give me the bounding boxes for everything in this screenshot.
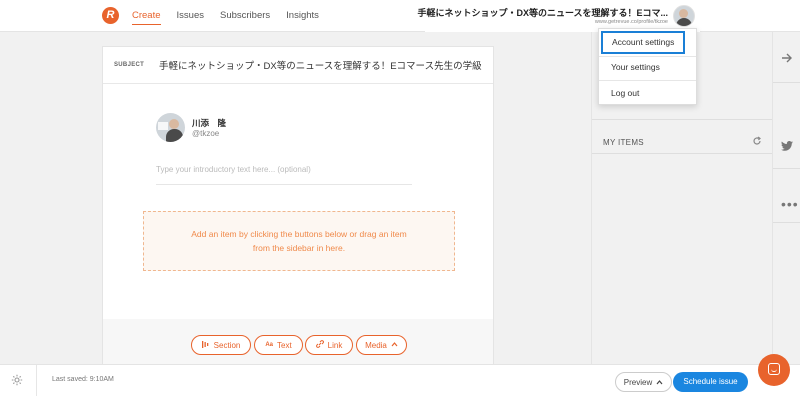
- section-icon: [201, 340, 210, 350]
- twitter-icon[interactable]: [781, 140, 793, 154]
- subject-field[interactable]: 手軽にネットショップ・DX等のニュースを理解する！Eコマース先生の学級: [159, 58, 482, 72]
- account-dropdown: Account settings Your settings Log out: [598, 28, 697, 105]
- text-icon: Aa: [265, 342, 273, 348]
- profile-name: 手軽にネットショップ・DX等のニュースを理解する！Eコマ...: [417, 8, 668, 18]
- nav-create[interactable]: Create: [132, 0, 161, 32]
- log-out-item[interactable]: Log out: [599, 88, 696, 98]
- tab-divider: [773, 82, 800, 83]
- dropzone-text-line1: Add an item by clicking the buttons belo…: [191, 229, 407, 239]
- intro-text-input[interactable]: [156, 155, 412, 185]
- sidebar-divider: [592, 119, 773, 120]
- sidebar-divider: [592, 153, 773, 154]
- nav-insights[interactable]: Insights: [286, 0, 319, 32]
- dropdown-divider: [599, 56, 696, 57]
- chevron-up-icon: [656, 378, 663, 387]
- issue-editor: SUBJECT 手軽にネットショップ・DX等のニュースを理解する！Eコマース先生…: [102, 46, 494, 366]
- schedule-issue-button[interactable]: Schedule issue: [673, 372, 748, 392]
- dropzone-text-line2: from the sidebar in here.: [252, 243, 346, 253]
- dropdown-divider: [599, 80, 696, 81]
- profile-url: www.getrevue.co/profile/tkzoe: [594, 19, 668, 25]
- account-settings-item[interactable]: Account settings: [601, 31, 685, 54]
- nav-subscribers[interactable]: Subscribers: [220, 0, 270, 32]
- subject-label: SUBJECT: [114, 62, 145, 68]
- add-section-button[interactable]: Section: [191, 335, 251, 355]
- your-settings-item[interactable]: Your settings: [599, 62, 696, 72]
- sidebar-tabs: •••: [772, 32, 800, 364]
- chat-icon[interactable]: [758, 354, 790, 386]
- avatar[interactable]: [673, 5, 695, 27]
- add-media-button[interactable]: Media: [356, 335, 407, 355]
- main-nav: Create Issues Subscribers Insights: [132, 0, 335, 32]
- last-saved-status: Last saved: 9:10AM: [52, 376, 114, 383]
- my-items-heading: MY ITEMS: [603, 138, 644, 147]
- subject-row: SUBJECT 手軽にネットショップ・DX等のニュースを理解する！Eコマース先生…: [103, 47, 493, 84]
- more-dots-icon[interactable]: •••: [781, 196, 799, 212]
- arrow-right-icon[interactable]: [781, 52, 793, 66]
- item-dropzone[interactable]: Add an item by clicking the buttons belo…: [143, 211, 455, 271]
- add-link-button[interactable]: Link: [305, 335, 353, 355]
- author-name: 川添 隆: [192, 118, 227, 128]
- gear-icon[interactable]: [11, 374, 23, 389]
- tab-divider: [773, 222, 800, 223]
- chevron-up-icon: [391, 341, 398, 349]
- preview-button[interactable]: Preview: [615, 372, 672, 392]
- link-icon: [315, 340, 324, 350]
- nav-issues[interactable]: Issues: [177, 0, 204, 32]
- refresh-icon[interactable]: [752, 136, 762, 149]
- bottom-bar: Last saved: 9:10AM Preview Schedule issu…: [0, 364, 800, 396]
- revue-logo-icon[interactable]: R: [102, 7, 119, 24]
- bottom-divider: [36, 365, 37, 396]
- tab-divider: [773, 168, 800, 169]
- add-text-button[interactable]: Aa Text: [254, 335, 303, 355]
- author-avatar: [156, 113, 185, 142]
- author-handle: @tkzoe: [192, 129, 220, 138]
